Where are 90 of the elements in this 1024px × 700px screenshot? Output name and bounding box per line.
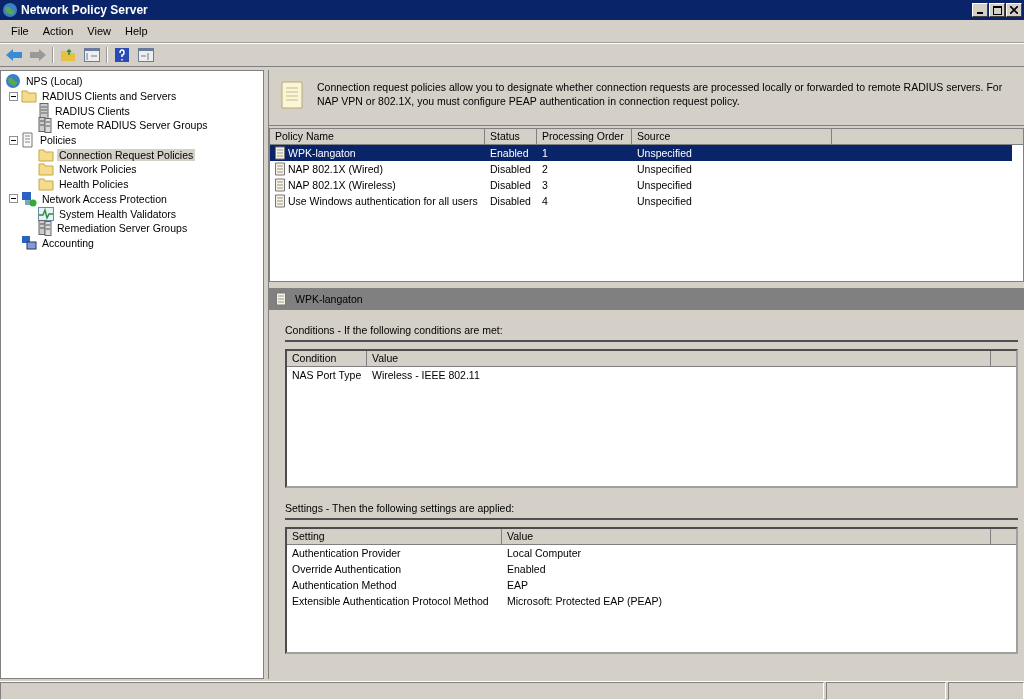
tree-item[interactable]: Policies bbox=[38, 134, 79, 147]
document-icon bbox=[274, 178, 286, 192]
policy-row[interactable]: WPK-langaton Enabled 1 Unspecified bbox=[270, 145, 1012, 161]
document-icon bbox=[21, 132, 35, 149]
tree-item[interactable]: Health Policies bbox=[57, 178, 131, 191]
close-button[interactable] bbox=[1006, 3, 1022, 17]
table-cell-text: Extensible Authentication Protocol Method bbox=[291, 595, 490, 607]
policy-row[interactable]: Use Windows authentication for all users Disabled 4 Unspecified bbox=[270, 193, 1012, 209]
pulse-icon bbox=[38, 206, 54, 221]
folder-icon bbox=[38, 162, 54, 177]
table-cell-text: Enabled bbox=[506, 563, 547, 575]
table-cell: WPK-langaton bbox=[288, 147, 356, 159]
tree-item[interactable]: Remediation Server Groups bbox=[55, 222, 190, 235]
folder-icon bbox=[21, 89, 37, 104]
scroll-icon bbox=[279, 80, 305, 110]
maximize-icon bbox=[992, 5, 1002, 15]
table-cell-text: Unspecified bbox=[636, 163, 693, 175]
menu-item[interactable]: Help bbox=[117, 23, 155, 39]
window-title: Network Policy Server bbox=[21, 3, 149, 17]
collapse-toggle[interactable] bbox=[9, 91, 18, 101]
menu-item[interactable]: Action bbox=[35, 23, 81, 39]
table-cell-text: NAS Port Type bbox=[291, 369, 363, 381]
table-cell-text: Unspecified bbox=[636, 147, 693, 159]
tree-item[interactable]: Connection Request Policies bbox=[57, 148, 196, 161]
table-cell-text: Unspecified bbox=[636, 179, 693, 191]
action-pane-button[interactable] bbox=[136, 46, 156, 64]
section-heading: Settings - Then the following settings are applied: bbox=[285, 488, 1018, 520]
table-cell-text: Authentication Provider bbox=[291, 547, 402, 559]
show-tree-button[interactable] bbox=[82, 46, 102, 64]
globe-icon bbox=[5, 73, 21, 90]
column-header[interactable]: Value bbox=[502, 529, 991, 544]
minus-icon bbox=[11, 137, 16, 143]
column-header[interactable]: Condition bbox=[287, 351, 367, 366]
table-cell-text: Microsoft: Protected EAP (PEAP) bbox=[506, 595, 664, 607]
minus-icon bbox=[11, 196, 16, 202]
table-cell: NAP 802.1X (Wireless) bbox=[288, 179, 396, 191]
table-cell-text: Enabled bbox=[489, 147, 530, 159]
folder-icon bbox=[38, 177, 54, 192]
menu-item[interactable]: View bbox=[80, 23, 118, 39]
table-cell-text: Local Computer bbox=[506, 547, 583, 559]
table-cell: NAP 802.1X (Wired) bbox=[288, 163, 383, 175]
menu-item[interactable]: File bbox=[4, 23, 36, 39]
servers-icon bbox=[38, 220, 52, 237]
column-header[interactable]: Policy Name bbox=[270, 129, 485, 144]
collapse-toggle[interactable] bbox=[9, 194, 18, 204]
computers-icon bbox=[21, 234, 37, 251]
minimize-button[interactable] bbox=[972, 3, 988, 17]
detail-title: WPK-langaton bbox=[295, 293, 363, 305]
table-cell-text: Wireless - IEEE 802.11 bbox=[371, 369, 481, 381]
collapse-toggle[interactable] bbox=[9, 135, 18, 145]
description-text: Connection request policies allow you to designate whether connection requests are processed locally or forwarded to remote RADIUS servers. For NAP VPN or 802.1X, you must configure PEAP authentication in connection request policy. bbox=[317, 80, 1004, 108]
table-cell-text: EAP bbox=[506, 579, 529, 591]
column-header[interactable]: Value bbox=[367, 351, 991, 366]
column-header[interactable]: Source bbox=[632, 129, 832, 144]
column-header[interactable]: Status bbox=[485, 129, 537, 144]
tree-item[interactable]: System Health Validators bbox=[57, 207, 179, 220]
tree-item[interactable]: RADIUS Clients bbox=[53, 104, 132, 117]
table-cell-text: Authentication Method bbox=[291, 579, 398, 591]
tree-item[interactable]: Remote RADIUS Server Groups bbox=[55, 119, 210, 132]
tree-item[interactable]: RADIUS Clients and Servers bbox=[40, 90, 179, 103]
maximize-button[interactable] bbox=[989, 3, 1005, 17]
section-heading: Conditions - If the following conditions are met: bbox=[285, 310, 1018, 342]
policy-row[interactable]: NAP 802.1X (Wired) Disabled 2 Unspecified bbox=[270, 161, 1012, 177]
table-cell-text: 2 bbox=[541, 163, 549, 175]
table-cell-text: Override Authentication bbox=[291, 563, 403, 575]
table-cell-text: 1 bbox=[541, 147, 549, 159]
table-cell-text: Disabled bbox=[489, 179, 532, 191]
table-cell: Use Windows authentication for all users bbox=[288, 195, 478, 207]
tree-item[interactable]: Network Access Protection bbox=[40, 192, 169, 205]
globe-icon bbox=[2, 2, 18, 18]
document-icon bbox=[275, 292, 287, 306]
servers-icon bbox=[38, 117, 52, 134]
table-cell-text: Disabled bbox=[489, 195, 532, 207]
policy-row[interactable]: NAP 802.1X (Wireless) Disabled 3 Unspecified bbox=[270, 177, 1012, 193]
table-cell-text: 3 bbox=[541, 179, 549, 191]
table-cell-text: Disabled bbox=[489, 163, 532, 175]
column-header[interactable]: Processing Order bbox=[537, 129, 632, 144]
table-cell-text: Unspecified bbox=[636, 195, 693, 207]
document-icon bbox=[274, 162, 286, 176]
close-icon bbox=[1010, 6, 1018, 14]
help-button[interactable] bbox=[112, 46, 132, 64]
computer-check-icon bbox=[21, 190, 37, 207]
tree-item[interactable]: NPS (Local) bbox=[24, 75, 85, 88]
tree-item[interactable]: Network Policies bbox=[57, 163, 139, 176]
minus-icon bbox=[11, 93, 16, 99]
document-icon bbox=[274, 194, 286, 208]
table-cell-text: 4 bbox=[541, 195, 549, 207]
folder-icon bbox=[38, 147, 54, 162]
tree-item[interactable]: Accounting bbox=[40, 236, 96, 249]
column-header[interactable]: Setting bbox=[287, 529, 502, 544]
